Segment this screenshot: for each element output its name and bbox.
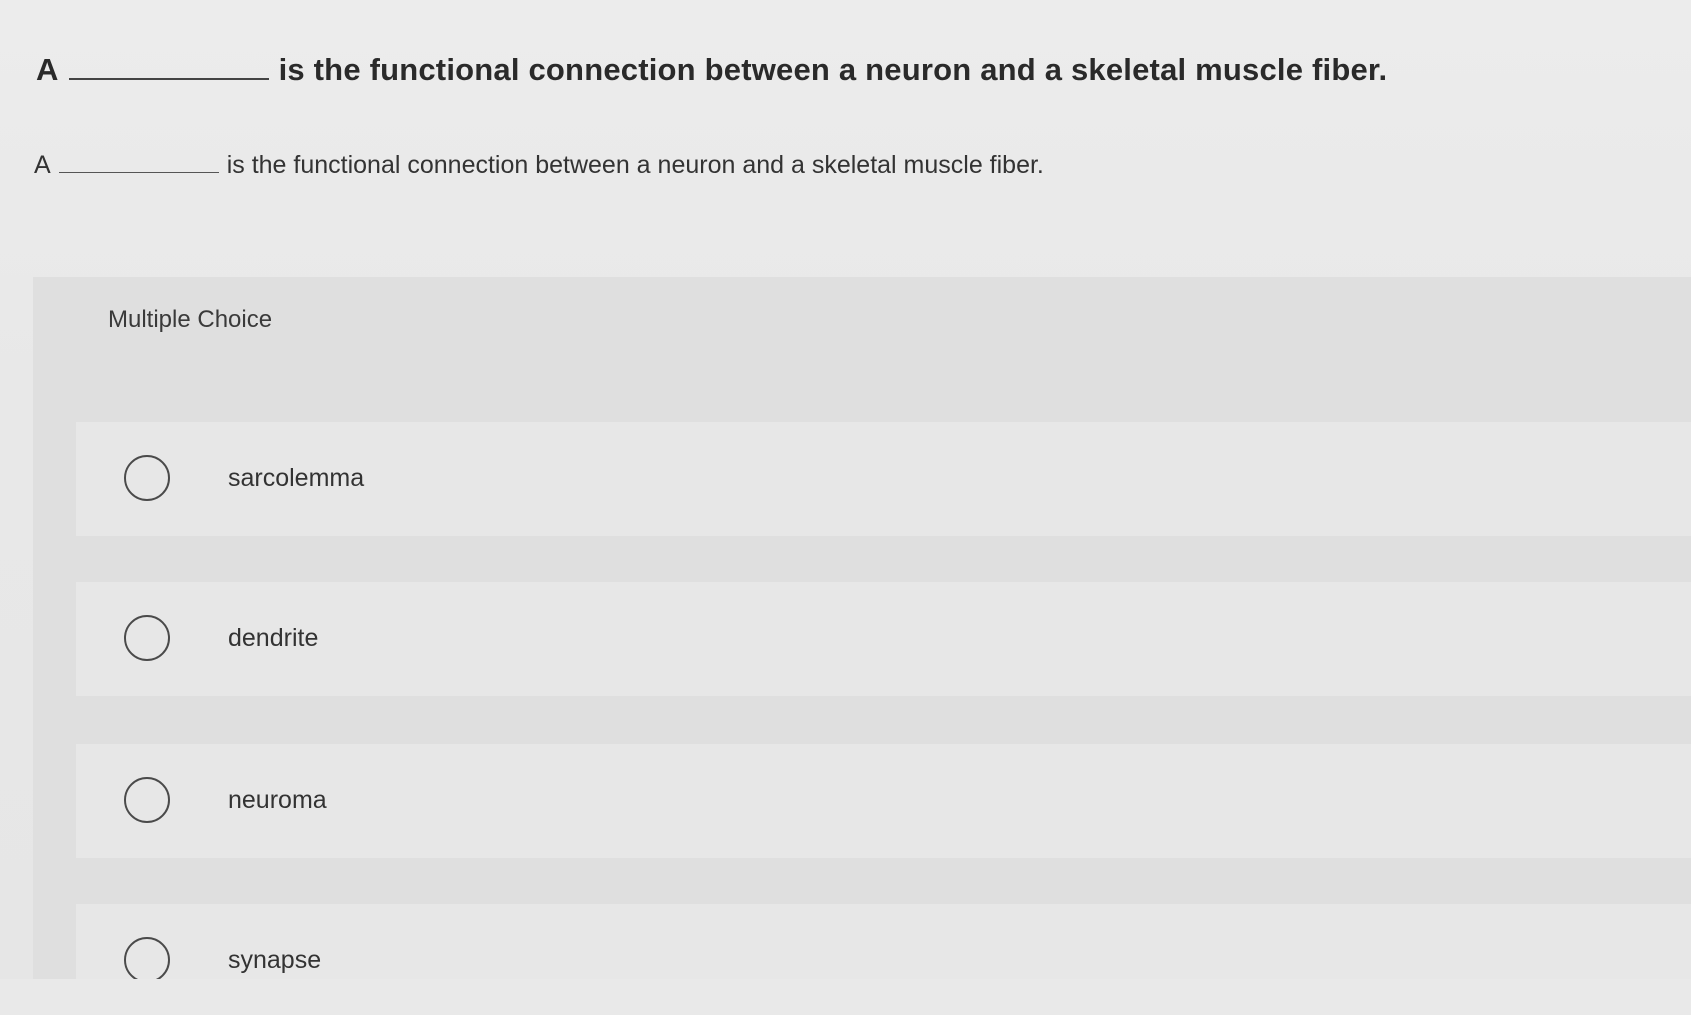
question-page: Ais the functional connection between a … — [0, 0, 1691, 1015]
radio-button[interactable] — [124, 455, 170, 501]
page-bottom-edge — [0, 979, 1691, 1015]
question-prompt-suffix: is the functional connection between a n… — [226, 151, 1044, 179]
answer-option-label: dendrite — [228, 624, 319, 652]
answer-option-label: neuroma — [228, 786, 327, 814]
question-title-blank — [68, 77, 269, 80]
answer-option-neuroma[interactable]: neuroma — [76, 744, 1691, 858]
question-title-prefix: A — [36, 52, 59, 87]
answer-option-label: sarcolemma — [228, 464, 365, 492]
radio-button[interactable] — [124, 777, 170, 823]
answer-option-synapse[interactable]: synapse — [76, 904, 1691, 983]
answer-option-label: synapse — [228, 946, 322, 974]
multiple-choice-header: Multiple Choice — [108, 306, 273, 333]
answer-option-dendrite[interactable]: dendrite — [76, 582, 1691, 696]
radio-button[interactable] — [124, 937, 170, 983]
answer-option-sarcolemma[interactable]: sarcolemma — [76, 422, 1691, 536]
question-title: Ais the functional connection between a … — [36, 52, 1387, 88]
question-prompt: Ais the functional connection between a … — [34, 151, 1044, 180]
radio-button[interactable] — [124, 615, 170, 661]
question-prompt-blank — [58, 171, 219, 173]
question-title-suffix: is the functional connection between a n… — [278, 52, 1388, 87]
question-prompt-prefix: A — [34, 151, 51, 179]
